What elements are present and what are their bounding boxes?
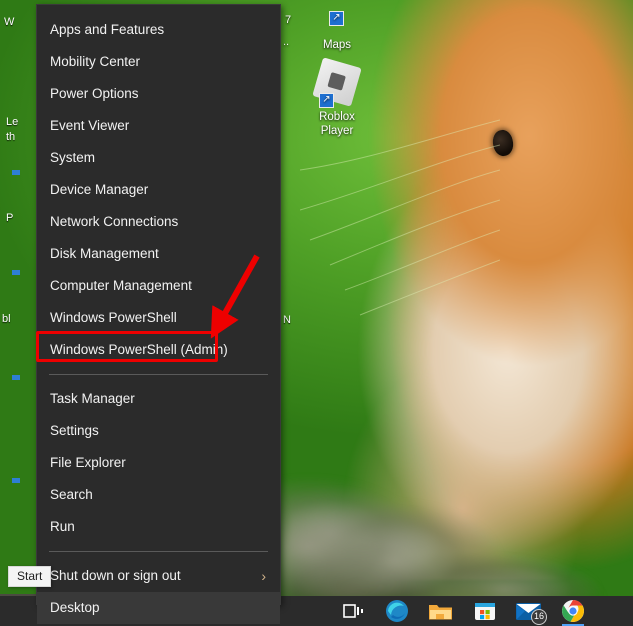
bg-blue-marker (12, 170, 20, 175)
desktop-icon-maps[interactable]: ↗ Maps (300, 0, 374, 52)
bg-fragment-w: W (4, 16, 14, 28)
menu-item-disk-management[interactable]: Disk Management (37, 238, 280, 270)
bg-fragment-th: th (6, 131, 15, 143)
start-tooltip: Start (8, 566, 51, 587)
taskbar-icons: 16 (340, 596, 586, 626)
menu-item-desktop[interactable]: Desktop (37, 592, 280, 624)
desktop-stray-text-dots: .. (283, 36, 289, 48)
menu-item-device-manager[interactable]: Device Manager (37, 174, 280, 206)
menu-separator (49, 374, 268, 375)
menu-item-apps-and-features[interactable]: Apps and Features (37, 14, 280, 46)
menu-item-system[interactable]: System (37, 142, 280, 174)
menu-item-network-connections[interactable]: Network Connections (37, 206, 280, 238)
bg-blue-marker (12, 375, 20, 380)
task-view-icon[interactable] (340, 598, 366, 624)
menu-item-file-explorer[interactable]: File Explorer (37, 447, 280, 479)
wallpaper-foliage (280, 420, 633, 600)
menu-item-event-viewer[interactable]: Event Viewer (37, 110, 280, 142)
bg-fragment-bl: bl (2, 313, 11, 325)
mail-badge-count: 16 (531, 609, 547, 625)
menu-item-search[interactable]: Search (37, 479, 280, 511)
bg-blue-marker (12, 270, 20, 275)
bg-fragment-n: N (283, 314, 291, 326)
chevron-right-icon: › (261, 560, 266, 592)
microsoft-store-icon[interactable] (472, 598, 498, 624)
menu-item-power-options[interactable]: Power Options (37, 78, 280, 110)
microsoft-edge-icon[interactable] (384, 598, 410, 624)
menu-item-computer-management[interactable]: Computer Management (37, 270, 280, 302)
shortcut-arrow-icon: ↗ (319, 93, 334, 108)
menu-item-settings[interactable]: Settings (37, 415, 280, 447)
menu-item-label: Shut down or sign out (50, 568, 181, 583)
maps-icon: ↗ (315, 0, 359, 36)
desktop-icon-roblox-player[interactable]: ↗ Roblox Player (300, 60, 374, 138)
menu-item-windows-powershell-admin[interactable]: Windows PowerShell (Admin) (37, 334, 280, 366)
google-chrome-icon[interactable] (560, 598, 586, 624)
roblox-icon: ↗ (315, 62, 359, 106)
wallpaper-whiskers (300, 110, 500, 340)
bg-blue-marker (12, 478, 20, 483)
shortcut-arrow-icon: ↗ (329, 11, 344, 26)
desktop-icon-label-roblox-1: Roblox (300, 110, 374, 124)
screen: 7 .. ↗ Maps ↗ Roblox Player W Le th P bl… (0, 0, 633, 626)
winx-quick-link-menu[interactable]: Apps and Features Mobility Center Power … (36, 4, 281, 605)
menu-item-mobility-center[interactable]: Mobility Center (37, 46, 280, 78)
desktop-icon-label-roblox-2: Player (300, 124, 374, 138)
winx-menu-list: Apps and Features Mobility Center Power … (37, 14, 280, 624)
bg-fragment-p: P (6, 212, 13, 224)
menu-item-windows-powershell[interactable]: Windows PowerShell (37, 302, 280, 334)
desktop-stray-text-7: 7 (285, 14, 291, 26)
mail-icon[interactable]: 16 (516, 598, 542, 624)
menu-item-shut-down-or-sign-out[interactable]: Shut down or sign out › (37, 560, 280, 592)
file-explorer-icon[interactable] (428, 598, 454, 624)
bg-fragment-le: Le (6, 116, 18, 128)
menu-item-task-manager[interactable]: Task Manager (37, 383, 280, 415)
menu-item-run[interactable]: Run (37, 511, 280, 543)
desktop-icon-label-maps: Maps (300, 38, 374, 52)
menu-separator (49, 551, 268, 552)
